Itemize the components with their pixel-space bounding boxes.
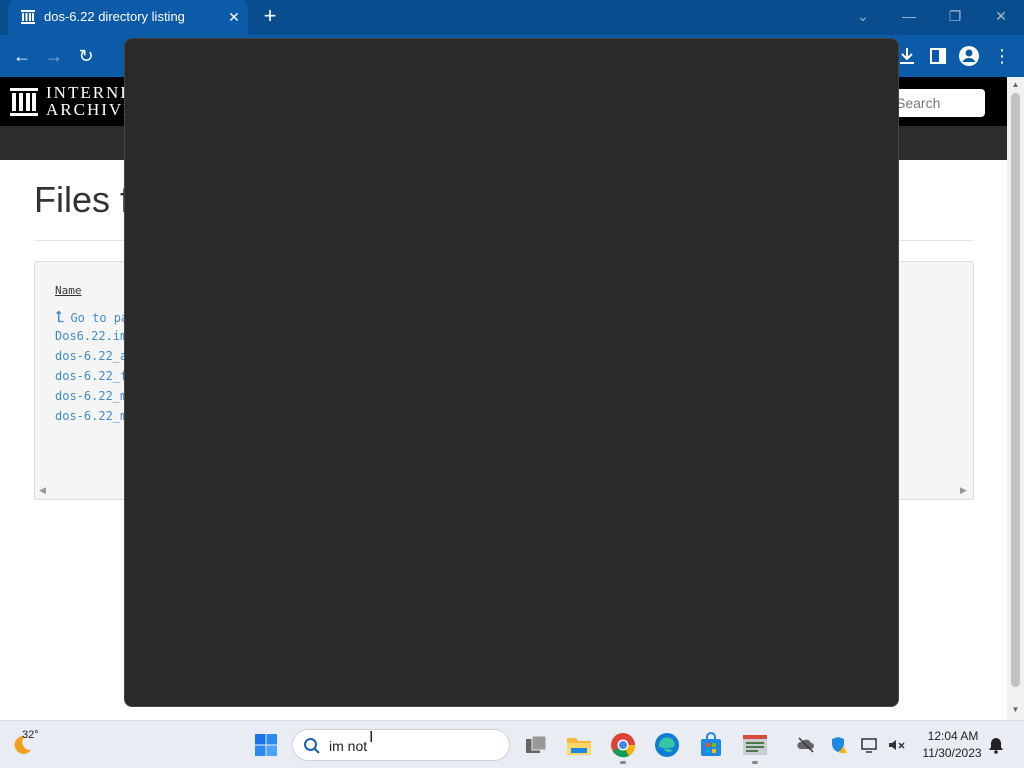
scrollbar-thumb[interactable] <box>1011 93 1020 687</box>
forward-arrow-icon[interactable]: → <box>42 44 66 68</box>
network-icon[interactable] <box>860 735 880 755</box>
browser-tab[interactable]: dos-6.22 directory listing ✕ <box>8 0 248 35</box>
profile-avatar-icon[interactable] <box>957 44 981 68</box>
scroll-down-icon[interactable]: ▼ <box>1010 705 1021 716</box>
taskbar-search-input[interactable]: im not <box>292 729 510 761</box>
notification-bell-icon[interactable] <box>988 736 1004 754</box>
scroll-up-icon[interactable]: ▲ <box>1010 80 1021 91</box>
clock-time[interactable]: 12:04 AM <box>922 729 984 743</box>
speaker-muted-icon[interactable] <box>886 735 906 755</box>
search-query-text: im not <box>329 738 368 754</box>
taskbar: 32° im not 12:04 AM 11/30/2023 <box>0 720 1024 768</box>
browser-tab-bar: dos-6.22 directory listing ✕ + ⌄ — ❐ ✕ <box>0 0 1024 35</box>
kebab-menu-icon[interactable]: ⋮ <box>990 44 1014 68</box>
edge-icon[interactable] <box>653 731 681 759</box>
column-header-name[interactable]: Name <box>55 284 82 297</box>
scroll-left-icon[interactable]: ◀ <box>39 485 46 496</box>
text-cursor-icon: I <box>369 729 374 746</box>
onedrive-offline-icon[interactable] <box>796 735 816 755</box>
clock-date[interactable]: 11/30/2023 <box>916 746 988 760</box>
search-flyout-panel[interactable] <box>124 38 899 707</box>
archive-favicon-icon <box>21 10 35 24</box>
app-running-indicator <box>752 761 758 764</box>
restore-icon[interactable]: ❐ <box>942 4 968 28</box>
back-arrow-icon[interactable]: ← <box>10 44 34 68</box>
window-close-icon[interactable]: ✕ <box>988 4 1014 28</box>
up-arrow-icon: ⮤ <box>55 307 65 326</box>
tab-search-chevron-icon[interactable]: ⌄ <box>850 4 876 28</box>
side-panel-icon[interactable] <box>926 44 950 68</box>
archive-logo-icon[interactable] <box>10 86 38 118</box>
windows-start-icon[interactable] <box>254 733 278 757</box>
reload-icon[interactable]: ↻ <box>74 44 98 68</box>
app-window-icon[interactable] <box>741 731 769 759</box>
search-icon <box>304 738 320 754</box>
file-link[interactable]: Dos6.22.img <box>55 329 134 343</box>
chrome-running-indicator <box>620 761 626 764</box>
tab-close-icon[interactable]: ✕ <box>224 7 244 27</box>
page-scrollbar[interactable]: ▲ ▼ <box>1007 77 1024 720</box>
chrome-icon[interactable] <box>609 731 637 759</box>
scroll-right-icon[interactable]: ▶ <box>960 485 967 496</box>
task-view-icon[interactable] <box>522 731 550 759</box>
weather-temperature[interactable]: 32° <box>22 729 39 741</box>
microsoft-store-icon[interactable] <box>697 731 725 759</box>
security-warning-icon[interactable] <box>829 735 849 755</box>
file-explorer-icon[interactable] <box>565 731 593 759</box>
tab-title: dos-6.22 directory listing <box>44 9 185 24</box>
minimize-icon[interactable]: — <box>896 4 922 28</box>
new-tab-button[interactable]: + <box>258 5 282 29</box>
